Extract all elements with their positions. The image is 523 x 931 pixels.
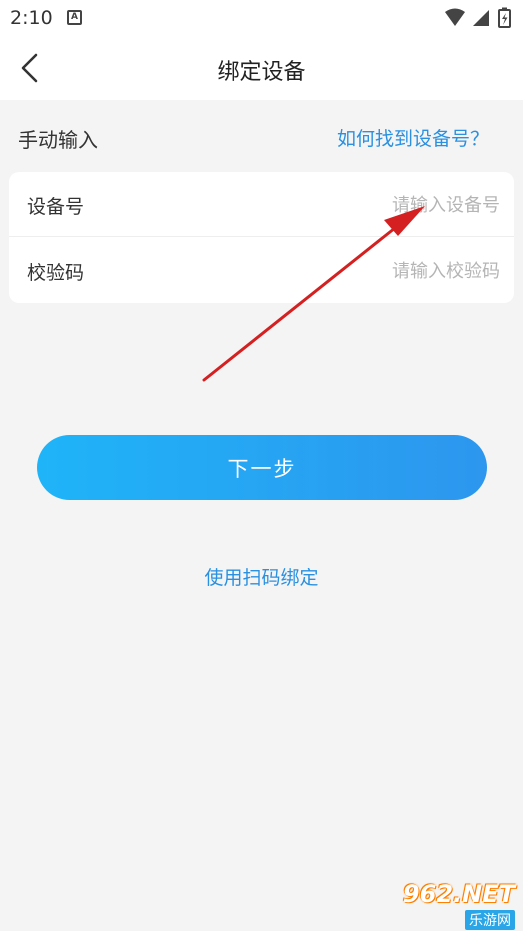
wifi-icon <box>445 8 465 26</box>
device-number-input[interactable] <box>280 186 500 224</box>
device-form-card: 设备号 校验码 <box>9 172 514 303</box>
page-title: 绑定设备 <box>217 60 306 85</box>
site-watermark: 962.NET 乐游网 <box>385 880 515 930</box>
scan-bind-link[interactable]: 使用扫码绑定 <box>0 563 523 590</box>
a-notification-icon: A <box>67 10 82 25</box>
verification-code-label: 校验码 <box>27 262 85 284</box>
app-header: 绑定设备 <box>0 36 523 100</box>
device-number-row: 设备号 <box>9 172 514 237</box>
battery-icon <box>498 7 511 28</box>
find-device-number-link[interactable]: 如何找到设备号？ <box>337 124 489 151</box>
device-number-label: 设备号 <box>27 196 85 218</box>
status-bar: 2:10 A <box>0 0 523 36</box>
section-title: 手动输入 <box>18 128 98 152</box>
signal-icon <box>473 10 489 26</box>
status-time: 2:10 <box>10 7 53 29</box>
watermark-logo: 962.NET <box>402 880 515 908</box>
manual-input-section: 手动输入 如何找到设备号？ <box>0 100 523 172</box>
verification-code-row: 校验码 <box>9 238 514 303</box>
status-icons <box>443 6 515 30</box>
next-step-button[interactable]: 下一步 <box>37 435 487 500</box>
watermark-sub: 乐游网 <box>465 910 515 930</box>
verification-code-input[interactable] <box>280 252 500 290</box>
